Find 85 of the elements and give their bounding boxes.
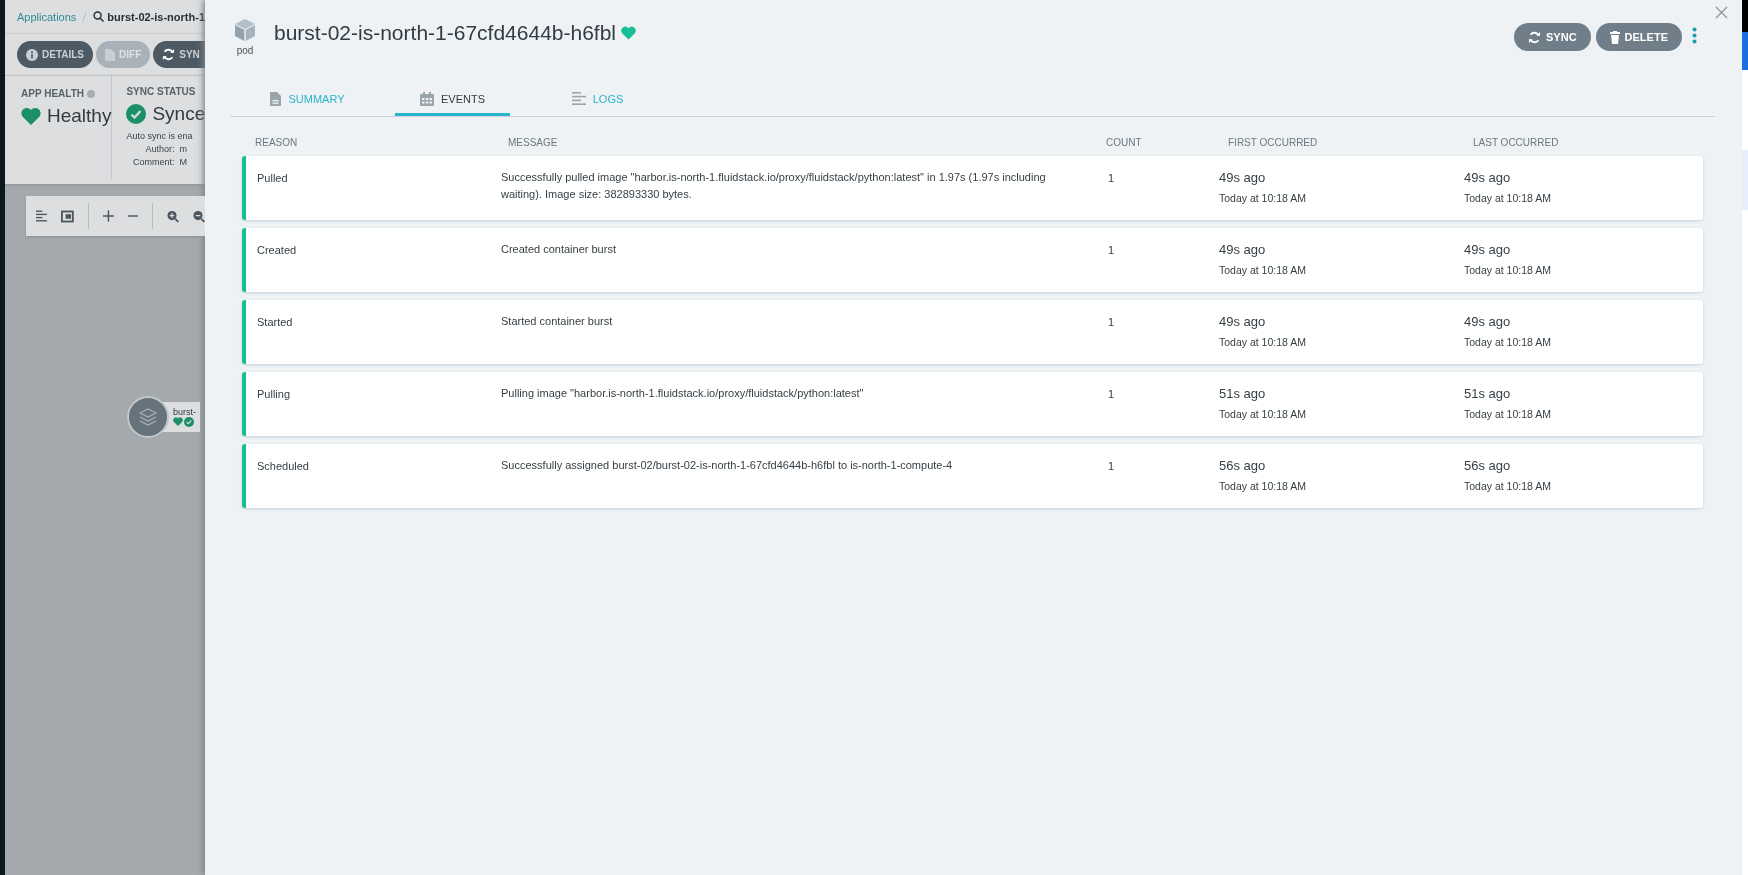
node-circle[interactable] xyxy=(127,396,169,438)
time-ago: 51s ago xyxy=(1464,386,1512,402)
event-message: Pulling image "harbor.is-north-1.fluidstack.io/proxy/fluidstack/python:latest" xyxy=(501,386,865,401)
event-reason: Pulling xyxy=(256,387,292,402)
event-count: 1 xyxy=(1107,315,1116,330)
time-ago: 49s ago xyxy=(1219,314,1267,330)
time-ago: 49s ago xyxy=(1219,242,1267,258)
breadcrumb-current: burst-02-is-north-1 xyxy=(107,10,205,23)
event-message: Created container burst xyxy=(501,242,617,257)
check-icon xyxy=(184,417,194,427)
search-icon xyxy=(93,11,105,22)
timestamp: Today at 10:18 AM xyxy=(1219,264,1307,276)
calendar-icon xyxy=(420,91,434,106)
sync-note: Auto sync is ena xyxy=(126,131,194,141)
event-count: 1 xyxy=(1107,387,1116,402)
tab[interactable]: SUMMARY xyxy=(250,84,365,116)
delete-button[interactable]: DELETE xyxy=(1595,23,1682,51)
event-count: 1 xyxy=(1107,243,1116,258)
event-reason: Started xyxy=(256,315,294,330)
time-ago: 49s ago xyxy=(1464,242,1512,258)
node-name: burst- xyxy=(173,407,196,417)
section-label: APP HEALTH xyxy=(21,88,84,99)
timestamp: Today at 10:18 AM xyxy=(1464,480,1552,492)
time-ago: 56s ago xyxy=(1464,458,1512,474)
image-icon xyxy=(60,209,74,223)
event-message: Started container burst xyxy=(501,314,614,329)
zoom-in-icon xyxy=(167,209,180,223)
time-ago: 49s ago xyxy=(1464,170,1512,186)
resource-title: burst-02-is-north-1-67cfd4644b-h6fbl xyxy=(274,21,617,45)
file-icon xyxy=(105,48,116,61)
timestamp: Today at 10:18 AM xyxy=(1464,408,1552,420)
layers-icon xyxy=(138,407,158,427)
kind-label: pod xyxy=(236,45,254,56)
timestamp: Today at 10:18 AM xyxy=(1464,336,1552,348)
heart-icon xyxy=(621,26,637,40)
heart-icon xyxy=(173,417,183,426)
time-ago: 49s ago xyxy=(1219,170,1267,186)
trash-icon xyxy=(1609,30,1620,44)
field-label: Comment: xyxy=(131,157,175,167)
section-label: SYNC STATUS xyxy=(126,86,196,97)
plus-icon xyxy=(102,210,114,222)
sync-button[interactable]: SYNC xyxy=(1514,23,1591,51)
field-value: m xyxy=(179,144,188,154)
timestamp: Today at 10:18 AM xyxy=(1464,264,1552,276)
sync-button[interactable]: SYN xyxy=(153,41,205,68)
field-value: M xyxy=(179,157,188,167)
event-reason: Scheduled xyxy=(256,459,310,474)
heart-icon xyxy=(21,107,41,125)
timestamp: Today at 10:18 AM xyxy=(1219,408,1307,420)
time-ago: 49s ago xyxy=(1464,314,1512,330)
sync-status: Synce xyxy=(152,103,205,125)
cube-icon xyxy=(233,18,257,42)
time-ago: 56s ago xyxy=(1219,458,1267,474)
column-header: FIRST OCCURRED xyxy=(1228,137,1318,148)
file-icon xyxy=(270,91,282,106)
details-button[interactable]: DETAILS xyxy=(17,41,94,68)
event-message: Successfully assigned burst-02/burst-02-is-north-1-67cfd4644b-h6fbl to is-north-1-compute-4 xyxy=(501,458,954,473)
timestamp: Today at 10:18 AM xyxy=(1219,192,1307,204)
tab[interactable]: LOGS xyxy=(540,84,655,116)
timestamp: Today at 10:18 AM xyxy=(1219,480,1307,492)
close-icon[interactable] xyxy=(1715,6,1728,19)
time-ago: 51s ago xyxy=(1219,386,1267,402)
sync-icon xyxy=(1528,30,1542,44)
column-header: LAST OCCURRED xyxy=(1473,137,1559,148)
breadcrumb-link[interactable]: Applications xyxy=(17,10,77,23)
check-icon xyxy=(126,104,147,124)
health-status: Healthy xyxy=(47,105,112,127)
lines-icon xyxy=(571,92,586,105)
timestamp: Today at 10:18 AM xyxy=(1219,336,1307,348)
event-message: Successfully pulled image "harbor.is-north-1.fluidstack.io/proxy/fluidstack/python:latest" in 1.97s (1.97s including waiting). Image size: 382893330 bytes. xyxy=(501,170,1047,202)
minus-icon xyxy=(127,215,139,217)
field-label: Author: xyxy=(144,144,175,154)
column-header: REASON xyxy=(255,137,298,148)
event-reason: Created xyxy=(256,243,298,258)
tab[interactable]: EVENTS xyxy=(395,84,510,116)
more-icon[interactable] xyxy=(1692,27,1697,44)
info-icon xyxy=(26,48,38,61)
align-icon xyxy=(36,210,47,222)
timestamp: Today at 10:18 AM xyxy=(1464,192,1552,204)
column-header: MESSAGE xyxy=(508,137,558,148)
event-reason: Pulled xyxy=(256,171,289,186)
column-header: COUNT xyxy=(1106,137,1142,148)
event-count: 1 xyxy=(1107,459,1116,474)
event-count: 1 xyxy=(1107,171,1116,186)
sync-icon xyxy=(162,48,176,61)
